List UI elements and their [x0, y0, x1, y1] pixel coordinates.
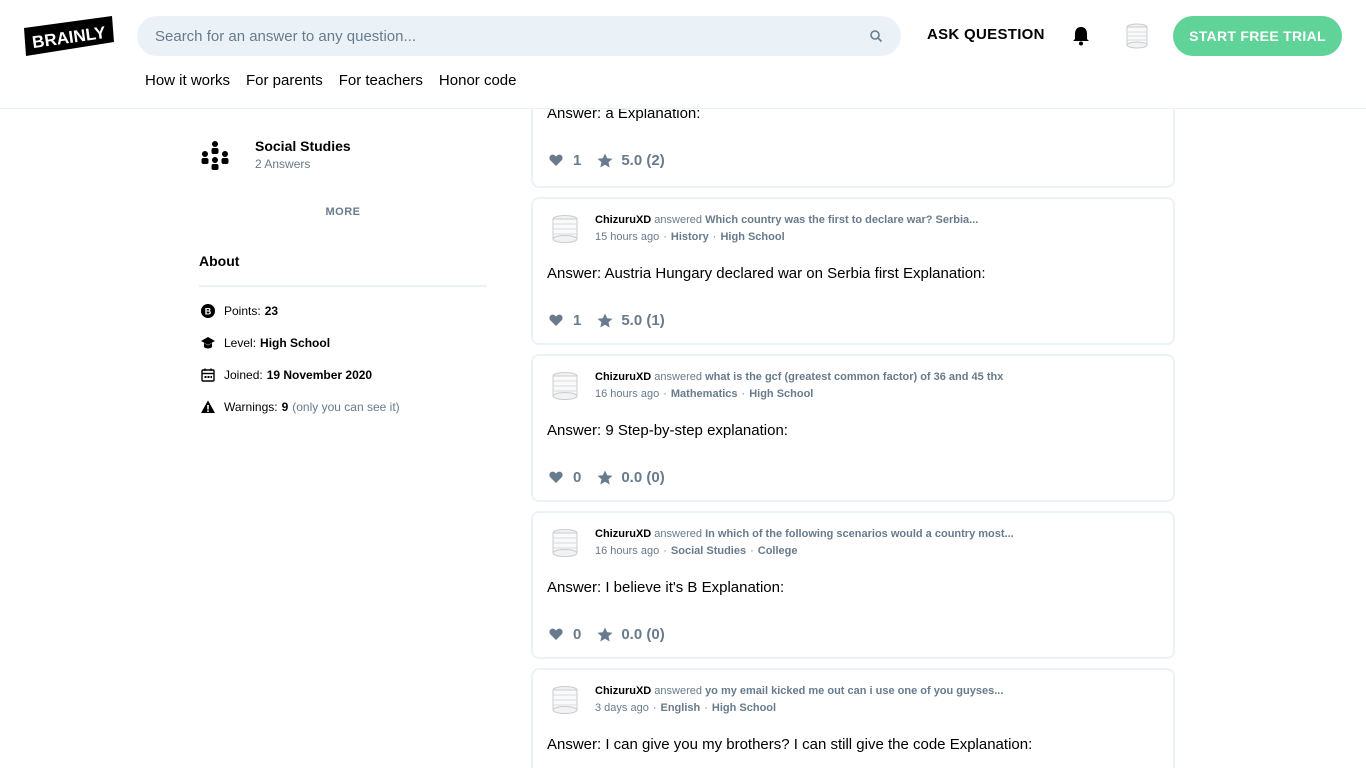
user-avatar-icon[interactable]: [549, 370, 581, 402]
about-joined: Joined: 19 November 2020: [199, 365, 372, 385]
points-icon: B: [201, 304, 215, 318]
about-divider: [199, 285, 487, 287]
about-heading: About: [199, 253, 240, 269]
answer-details: 16 hours ago · Social Studies · College: [595, 545, 798, 557]
about-points: B Points: 23: [199, 301, 278, 321]
start-free-trial-button[interactable]: START FREE TRIAL: [1173, 16, 1342, 56]
answer-time: 15 hours ago: [595, 231, 660, 243]
username-link[interactable]: ChizuruXD: [595, 214, 651, 226]
ask-question-button[interactable]: ASK QUESTION: [927, 26, 1045, 43]
brainly-logo[interactable]: BRAINLY: [24, 14, 114, 56]
answer-card[interactable]: ChizuruXD answered what is the gcf (grea…: [531, 354, 1175, 502]
heart-icon[interactable]: [549, 154, 563, 167]
rating-value: 5.0 (2): [621, 152, 665, 169]
likes-count: 1: [573, 152, 582, 169]
answer-time: 16 hours ago: [595, 545, 660, 557]
more-subjects-button[interactable]: MORE: [199, 206, 487, 218]
subject-link[interactable]: Social Studies: [671, 545, 746, 557]
answer-stats: 1 5.0 (1): [549, 312, 665, 329]
answer-text[interactable]: Answer: 9 Step-by-step explanation:: [547, 422, 788, 439]
answer-details: 16 hours ago · Mathematics · High School: [595, 388, 814, 400]
rating-value: 5.0 (1): [621, 312, 665, 329]
level-link[interactable]: High School: [749, 388, 813, 400]
about-level: Level: High School: [199, 333, 330, 353]
subject-answer-count: 2 Answers: [255, 157, 311, 171]
heart-icon[interactable]: [549, 314, 563, 327]
subject-link[interactable]: Mathematics: [671, 388, 738, 400]
search-input[interactable]: [155, 27, 869, 45]
answer-card[interactable]: ChizuruXD answered yo my email kicked me…: [531, 668, 1175, 768]
answer-stats: 1 5.0 (2): [549, 152, 665, 169]
star-icon[interactable]: [597, 153, 613, 168]
answer-text[interactable]: Answer: I can give you my brothers? I ca…: [547, 736, 1032, 753]
search-bar[interactable]: [137, 16, 901, 56]
rating-value: 0.0 (0): [621, 626, 665, 643]
warning-icon: [201, 400, 215, 413]
subject-name: Social Studies: [255, 138, 351, 154]
answer-stats: 0 0.0 (0): [549, 626, 665, 643]
answer-meta: ChizuruXD answered what is the gcf (grea…: [595, 371, 1004, 383]
rating-value: 0.0 (0): [621, 469, 665, 486]
search-icon[interactable]: [869, 29, 883, 43]
bell-icon[interactable]: [1072, 26, 1090, 46]
nav-for-parents[interactable]: For parents: [246, 72, 323, 89]
subject-link[interactable]: History: [671, 231, 709, 243]
graduation-cap-icon: [201, 337, 215, 349]
nav-honor-code[interactable]: Honor code: [439, 72, 517, 89]
question-link[interactable]: what is the gcf (greatest common factor)…: [705, 371, 1003, 383]
star-icon[interactable]: [597, 627, 613, 642]
star-icon[interactable]: [597, 470, 613, 485]
calendar-icon: [201, 368, 215, 382]
answer-meta: ChizuruXD answered In which of the follo…: [595, 528, 1014, 540]
nav-for-teachers[interactable]: For teachers: [339, 72, 423, 89]
level-link[interactable]: College: [758, 545, 798, 557]
user-avatar-icon[interactable]: [549, 527, 581, 559]
answer-card[interactable]: ChizuruXD answered Which country was the…: [531, 197, 1175, 345]
likes-count: 1: [573, 312, 582, 329]
answer-text[interactable]: Answer: Austria Hungary declared war on …: [547, 265, 986, 282]
answer-text[interactable]: Answer: I believe it's B Explanation:: [547, 579, 784, 596]
username-link[interactable]: ChizuruXD: [595, 685, 651, 697]
top-header: BRAINLY ASK QUESTION START FREE TRIAL Ho…: [0, 0, 1366, 109]
user-avatar-icon[interactable]: [1124, 22, 1150, 50]
username-link[interactable]: ChizuruXD: [595, 528, 651, 540]
star-icon[interactable]: [597, 313, 613, 328]
secondary-nav: How it works For parents For teachers Ho…: [145, 72, 516, 89]
subject-link[interactable]: English: [661, 702, 701, 714]
level-link[interactable]: High School: [720, 231, 784, 243]
answer-time: 16 hours ago: [595, 388, 660, 400]
answer-details: 3 days ago · English · High School: [595, 702, 777, 714]
answer-time: 3 days ago: [595, 702, 649, 714]
answer-meta: ChizuruXD answered yo my email kicked me…: [595, 685, 1004, 697]
heart-icon[interactable]: [549, 471, 563, 484]
svg-text:B: B: [205, 307, 212, 317]
subject-item-social-studies[interactable]: Social Studies 2 Answers: [199, 137, 487, 177]
people-group-icon: [201, 141, 229, 170]
answer-card[interactable]: ChizuruXD answered In which of the follo…: [531, 511, 1175, 659]
user-avatar-icon[interactable]: [549, 213, 581, 245]
heart-icon[interactable]: [549, 628, 563, 641]
question-link[interactable]: yo my email kicked me out can i use one …: [705, 685, 1003, 697]
username-link[interactable]: ChizuruXD: [595, 371, 651, 383]
likes-count: 0: [573, 469, 582, 486]
nav-how-it-works[interactable]: How it works: [145, 72, 230, 89]
answer-details: 15 hours ago · History · High School: [595, 231, 785, 243]
level-link[interactable]: High School: [712, 702, 776, 714]
question-link[interactable]: In which of the following scenarios woul…: [705, 528, 1014, 540]
user-avatar-icon[interactable]: [549, 684, 581, 716]
question-link[interactable]: Which country was the first to declare w…: [705, 214, 978, 226]
answer-meta: ChizuruXD answered Which country was the…: [595, 214, 979, 226]
likes-count: 0: [573, 626, 582, 643]
about-warnings: Warnings: 9 (only you can see it): [199, 397, 400, 417]
answer-stats: 0 0.0 (0): [549, 469, 665, 486]
